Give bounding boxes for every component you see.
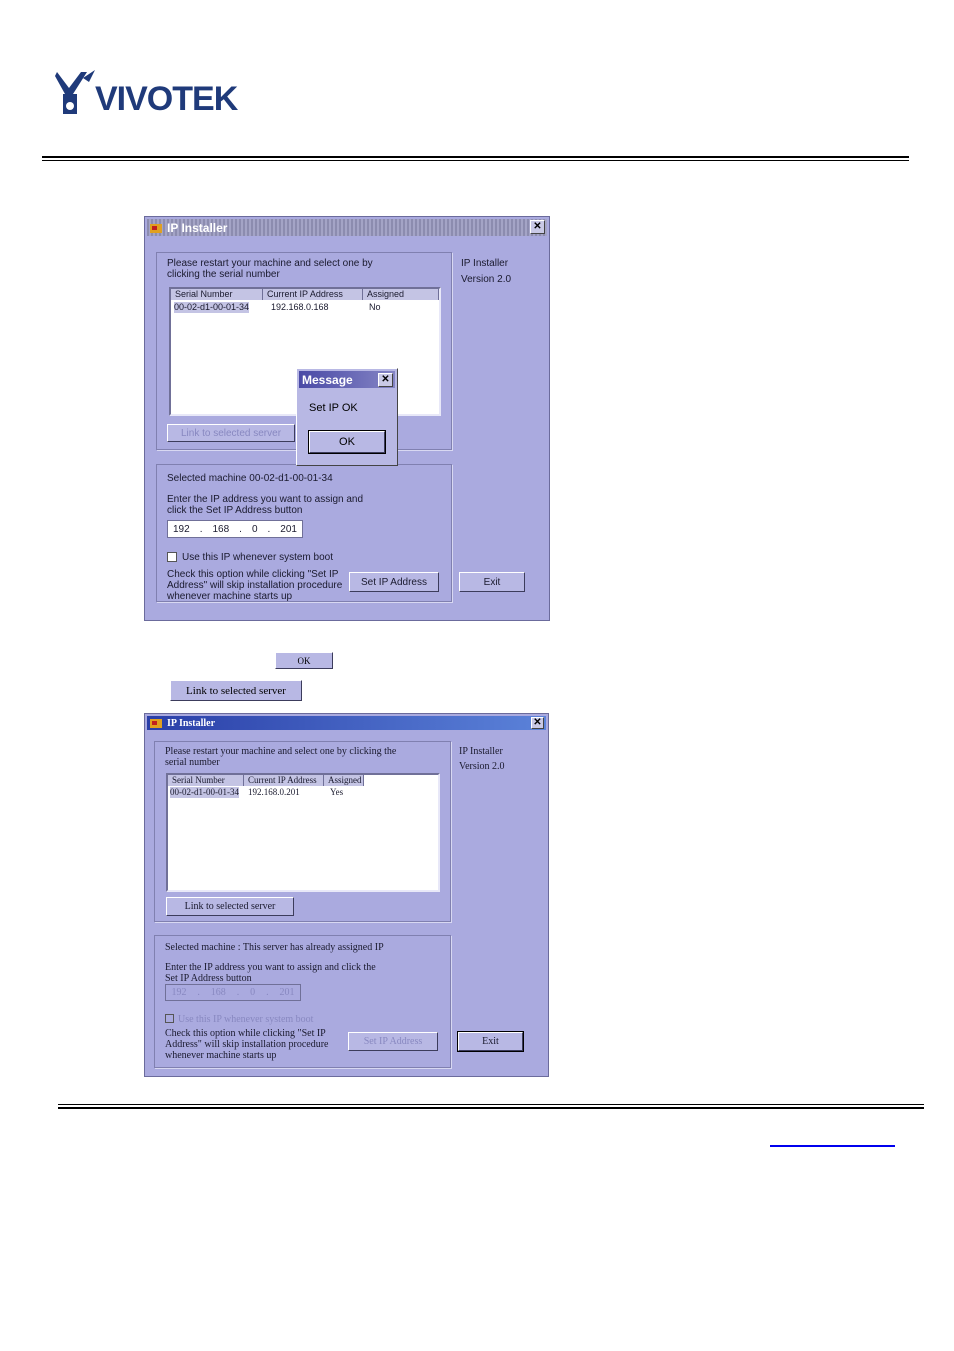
column-header-serial[interactable]: Serial Number xyxy=(168,775,244,786)
set-ip-button[interactable]: Set IP Address xyxy=(349,572,439,592)
header-rule-thin xyxy=(42,160,909,161)
checkbox-label: Use this IP whenever system boot xyxy=(178,1014,314,1025)
column-header-serial[interactable]: Serial Number xyxy=(171,289,263,300)
info-version: Version 2.0 xyxy=(459,761,505,772)
window-titlebar[interactable]: IP Installer ✕ xyxy=(147,716,546,730)
message-close-button[interactable]: ✕ xyxy=(378,373,393,387)
instructions-text: Please restart your machine and select o… xyxy=(165,746,397,768)
ip-octet-3: 0 xyxy=(251,523,258,535)
ip-octet-2: 168 xyxy=(210,987,226,998)
row-assigned: Yes xyxy=(330,787,344,797)
column-header-ip[interactable]: Current IP Address xyxy=(263,289,363,300)
row-serial[interactable]: 00-02-d1-00-01-34 xyxy=(170,787,239,798)
row-serial[interactable]: 00-02-d1-00-01-34 xyxy=(174,302,250,313)
footer-rule-thick xyxy=(58,1107,924,1109)
use-ip-checkbox[interactable] xyxy=(167,552,177,562)
message-dialog: Message ✕ Set IP OK OK xyxy=(296,368,398,466)
link-to-server-button[interactable]: Link to selected server xyxy=(167,424,295,442)
use-ip-checkbox[interactable] xyxy=(165,1014,174,1023)
checkbox-label: Use this IP whenever system boot xyxy=(182,552,333,563)
info-title: IP Installer xyxy=(459,746,503,757)
ip-separator: . xyxy=(197,987,200,998)
message-ok-button[interactable]: OK xyxy=(308,430,386,454)
close-button[interactable]: ✕ xyxy=(530,220,545,234)
link-to-server-button[interactable]: Link to selected server xyxy=(166,897,294,916)
enter-ip-text: Enter the IP address you want to assign … xyxy=(167,494,364,516)
footer-rule xyxy=(58,1104,924,1105)
footer-link-underline[interactable] xyxy=(770,1145,895,1147)
info-version: Version 2.0 xyxy=(461,274,512,285)
app-icon xyxy=(150,717,163,729)
column-header-assigned[interactable]: Assigned xyxy=(324,775,364,786)
window-title: IP Installer xyxy=(167,717,216,729)
message-text: Set IP OK xyxy=(309,402,358,414)
server-list[interactable]: Serial Number Current IP Address Assigne… xyxy=(166,773,440,892)
instructions-text: Please restart your machine and select o… xyxy=(167,258,373,280)
ip-octet-1: 192 xyxy=(171,987,187,998)
column-header-ip[interactable]: Current IP Address xyxy=(244,775,324,786)
camera-logo-icon xyxy=(55,70,95,114)
window-title: IP Installer xyxy=(167,220,228,235)
inline-ok-button: OK xyxy=(275,652,333,669)
message-title: Message xyxy=(302,372,353,387)
close-button[interactable]: ✕ xyxy=(531,717,544,729)
ip-separator: . xyxy=(236,987,240,998)
row-assigned: No xyxy=(369,302,381,312)
message-titlebar[interactable]: Message ✕ xyxy=(299,371,395,388)
exit-button[interactable]: Exit xyxy=(459,572,525,592)
ip-address-input[interactable]: 192 . 168 . 0 . 201 xyxy=(165,984,301,1001)
row-ip: 192.168.0.201 xyxy=(248,787,300,797)
ip-octet-2: 168 xyxy=(212,523,230,535)
ip-separator: . xyxy=(239,523,242,535)
ip-separator: . xyxy=(199,523,203,535)
ip-octet-4: 201 xyxy=(279,987,295,998)
ip-separator: . xyxy=(267,523,271,535)
inline-link-button: Link to selected server xyxy=(170,680,302,701)
app-icon xyxy=(150,222,163,234)
header-rule xyxy=(42,156,909,158)
check-note: Check this option while clicking "Set IP… xyxy=(167,569,343,602)
ip-address-input[interactable]: 192 . 168 . 0 . 201 xyxy=(167,520,303,538)
ip-octet-1: 192 xyxy=(173,523,190,535)
column-header-assigned[interactable]: Assigned xyxy=(363,289,439,300)
info-title: IP Installer xyxy=(461,258,509,269)
ip-installer-window-assigned: IP Installer ✕ Please restart your machi… xyxy=(144,713,549,1077)
window-titlebar[interactable]: IP Installer ✕ xyxy=(147,219,547,236)
enter-ip-text: Enter the IP address you want to assign … xyxy=(165,962,376,984)
exit-button[interactable]: Exit xyxy=(457,1031,524,1052)
set-ip-button[interactable]: Set IP Address xyxy=(348,1032,438,1051)
selected-machine: Selected machine : This server has alrea… xyxy=(165,942,384,953)
check-note: Check this option while clicking "Set IP… xyxy=(165,1028,329,1061)
ip-octet-4: 201 xyxy=(280,523,297,535)
selected-machine: Selected machine 00-02-d1-00-01-34 xyxy=(167,473,333,484)
vivotek-logo: VIVOTEK xyxy=(55,70,270,120)
brand-name: VIVOTEK xyxy=(95,80,238,118)
ip-separator: . xyxy=(266,987,269,998)
row-ip: 192.168.0.168 xyxy=(271,302,329,312)
ip-octet-3: 0 xyxy=(250,987,256,998)
